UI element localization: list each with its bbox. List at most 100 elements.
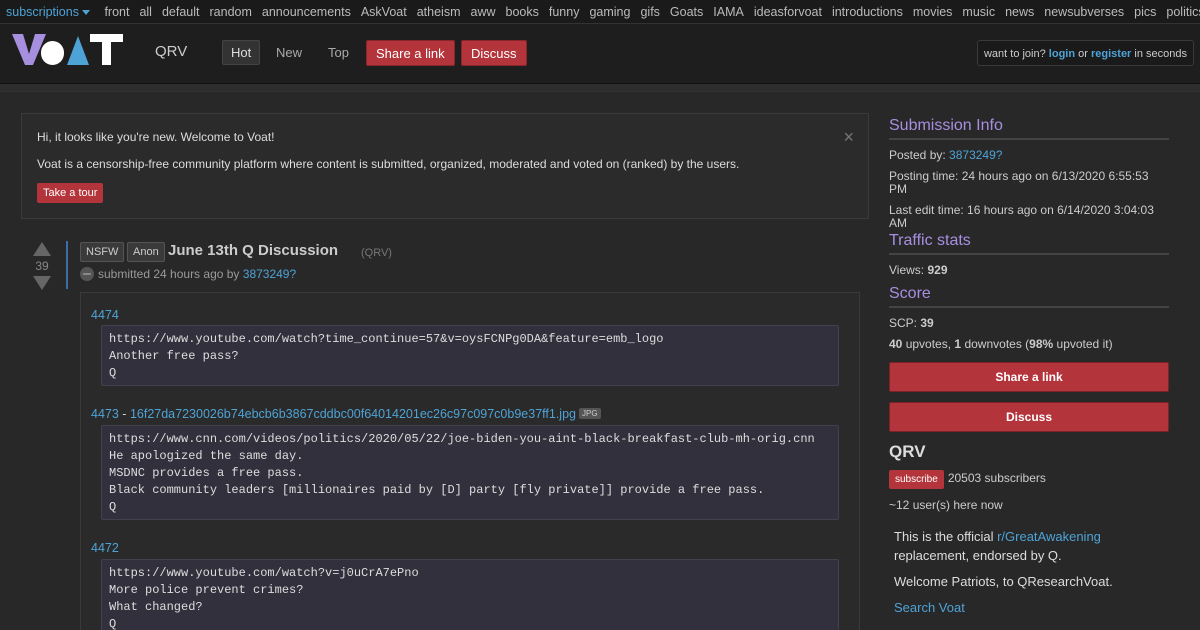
submitted-text: submitted 24 hours ago by bbox=[98, 267, 240, 281]
join-or: or bbox=[1078, 48, 1088, 60]
subverse-link[interactable]: newsubverses bbox=[1044, 5, 1124, 19]
vote-box: 39 bbox=[30, 242, 54, 290]
desc-text-2: replacement, endorsed by Q. bbox=[894, 548, 1062, 563]
q-number-link[interactable]: 4472 bbox=[91, 541, 119, 555]
subverse-link[interactable]: politics bbox=[1166, 5, 1200, 19]
sidebar-discuss-button[interactable]: Discuss bbox=[889, 402, 1169, 432]
login-link[interactable]: login bbox=[1049, 48, 1075, 60]
users-here-now: ~12 user(s) here now bbox=[889, 498, 1003, 512]
sidebar: Submission Info Posted by: 3873249? Post… bbox=[889, 117, 1169, 617]
subverse-link[interactable]: front bbox=[104, 5, 129, 19]
author-link[interactable]: 3873249? bbox=[243, 267, 296, 281]
posted-by-link[interactable]: 3873249? bbox=[949, 148, 1002, 162]
q-code-block: https://www.cnn.com/videos/politics/2020… bbox=[101, 425, 839, 520]
subscribe-button[interactable]: subscribe bbox=[889, 470, 944, 489]
views: Views: 929 bbox=[889, 264, 1169, 277]
subverse-link[interactable]: announcements bbox=[262, 5, 351, 19]
search-voat-row: Search Voat bbox=[894, 598, 1169, 617]
q-entry-header: 4474 bbox=[91, 308, 119, 322]
q-dash: - bbox=[122, 407, 127, 421]
subverse-link[interactable]: all bbox=[139, 5, 152, 19]
subscribe-row: subscribe 20503 subscribers bbox=[889, 470, 1169, 489]
downvote-count: 1 bbox=[954, 337, 962, 351]
jpg-badge: JPG bbox=[578, 408, 601, 419]
scp-value: 39 bbox=[920, 316, 934, 330]
welcome-line-2: Voat is a censorship-free community plat… bbox=[37, 157, 740, 171]
subverse-link[interactable]: books bbox=[506, 5, 539, 19]
views-count: 929 bbox=[927, 263, 948, 277]
q-code-block: https://www.youtube.com/watch?time_conti… bbox=[101, 325, 839, 386]
subverse-link[interactable]: gifs bbox=[640, 5, 659, 19]
collapse-icon[interactable] bbox=[80, 267, 94, 281]
subverse-link[interactable]: default bbox=[162, 5, 200, 19]
subverse-link[interactable]: news bbox=[1005, 5, 1034, 19]
tab-top[interactable]: Top bbox=[320, 40, 357, 65]
subverse-description: This is the official r/GreatAwakening rep… bbox=[889, 527, 1169, 617]
scp: SCP: 39 bbox=[889, 317, 1169, 330]
submission-info-heading: Submission Info bbox=[889, 117, 1169, 140]
subverse-link[interactable]: pics bbox=[1134, 5, 1156, 19]
subverse-bar: subscriptions front all default random annou… bbox=[0, 0, 1200, 24]
post-accent-bar bbox=[66, 241, 68, 289]
register-link[interactable]: register bbox=[1091, 48, 1131, 60]
subscriptions-dropdown[interactable]: subscriptions bbox=[0, 5, 90, 19]
subverse-links: front all default random announcements AskVoa… bbox=[99, 5, 1200, 19]
search-voat-link[interactable]: Search Voat bbox=[894, 600, 965, 615]
subverse-link[interactable]: IAMA bbox=[713, 5, 744, 19]
join-box: want to join? login or register in secon… bbox=[976, 40, 1194, 66]
take-tour-button[interactable]: Take a tour bbox=[37, 183, 104, 203]
post-subverse[interactable]: (QRV) bbox=[361, 247, 392, 259]
description-line-1: This is the official r/GreatAwakening rep… bbox=[894, 527, 1169, 565]
post-body: 4474 https://www.youtube.com/watch?time_… bbox=[80, 292, 860, 630]
greatawakening-link[interactable]: r/GreatAwakening bbox=[997, 529, 1101, 544]
voat-logo[interactable] bbox=[12, 34, 124, 66]
upvoted-label: upvoted it) bbox=[1056, 337, 1113, 351]
subverse-link[interactable]: AskVoat bbox=[361, 5, 407, 19]
q-image-link[interactable]: 16f27da7230026b74ebcb6b3867cddbc00f64014… bbox=[130, 407, 576, 421]
welcome-panel: Hi, it looks like you're new. Welcome to… bbox=[21, 113, 869, 219]
upvotes-label: upvotes, bbox=[905, 337, 952, 351]
subverse-link[interactable]: atheism bbox=[417, 5, 461, 19]
downvotes-label: downvotes ( bbox=[964, 337, 1030, 351]
close-icon[interactable]: × bbox=[843, 127, 854, 148]
score-heading: Score bbox=[889, 285, 1169, 308]
sidebar-share-button[interactable]: Share a link bbox=[889, 362, 1169, 392]
views-label: Views: bbox=[889, 263, 925, 277]
post-title[interactable]: June 13th Q Discussion bbox=[168, 242, 338, 259]
upvote-percent: 98% bbox=[1029, 337, 1054, 351]
site-header: QRV Hot New Top Share a link Discuss wan… bbox=[0, 24, 1200, 84]
scp-label: SCP: bbox=[889, 316, 918, 330]
post-score: 39 bbox=[35, 259, 49, 273]
subverse-name[interactable]: QRV bbox=[155, 43, 187, 60]
tab-new[interactable]: New bbox=[268, 40, 310, 65]
posted-by-label: Posted by: bbox=[889, 148, 946, 162]
traffic-heading: Traffic stats bbox=[889, 232, 1169, 255]
q-entry-header: 4472 bbox=[91, 541, 119, 555]
posted-by: Posted by: 3873249? bbox=[889, 149, 1169, 162]
subverse-link[interactable]: introductions bbox=[832, 5, 903, 19]
subverse-link[interactable]: music bbox=[962, 5, 995, 19]
subverse-link[interactable]: random bbox=[210, 5, 252, 19]
q-entry-header: 4473 - 16f27da7230026b74ebcb6b3867cddbc0… bbox=[91, 407, 601, 421]
subverse-link[interactable]: gaming bbox=[589, 5, 630, 19]
upvote-arrow-icon[interactable] bbox=[33, 242, 51, 256]
discuss-button[interactable]: Discuss bbox=[461, 40, 527, 66]
posting-time: Posting time: 24 hours ago on 6/13/2020 … bbox=[889, 169, 1149, 196]
subverse-link[interactable]: movies bbox=[913, 5, 953, 19]
q-number-link[interactable]: 4474 bbox=[91, 308, 119, 322]
subscriptions-label: subscriptions bbox=[6, 5, 79, 19]
downvote-arrow-icon[interactable] bbox=[33, 276, 51, 290]
subverse-link[interactable]: ideasforvoat bbox=[754, 5, 822, 19]
edit-time: Last edit time: 16 hours ago on 6/14/202… bbox=[889, 203, 1154, 230]
tab-hot[interactable]: Hot bbox=[222, 40, 261, 65]
welcome-line-1: Hi, it looks like you're new. Welcome to… bbox=[37, 130, 275, 144]
share-link-button[interactable]: Share a link bbox=[366, 40, 455, 66]
chevron-down-icon bbox=[81, 10, 90, 16]
subverse-link[interactable]: funny bbox=[549, 5, 580, 19]
q-number-link[interactable]: 4473 bbox=[91, 407, 119, 421]
subverse-link[interactable]: Goats bbox=[670, 5, 703, 19]
nsfw-tag: NSFW bbox=[80, 242, 125, 262]
subverse-link[interactable]: aww bbox=[471, 5, 496, 19]
join-suffix: in seconds bbox=[1134, 48, 1187, 60]
subscriber-count: 20503 subscribers bbox=[947, 471, 1046, 485]
